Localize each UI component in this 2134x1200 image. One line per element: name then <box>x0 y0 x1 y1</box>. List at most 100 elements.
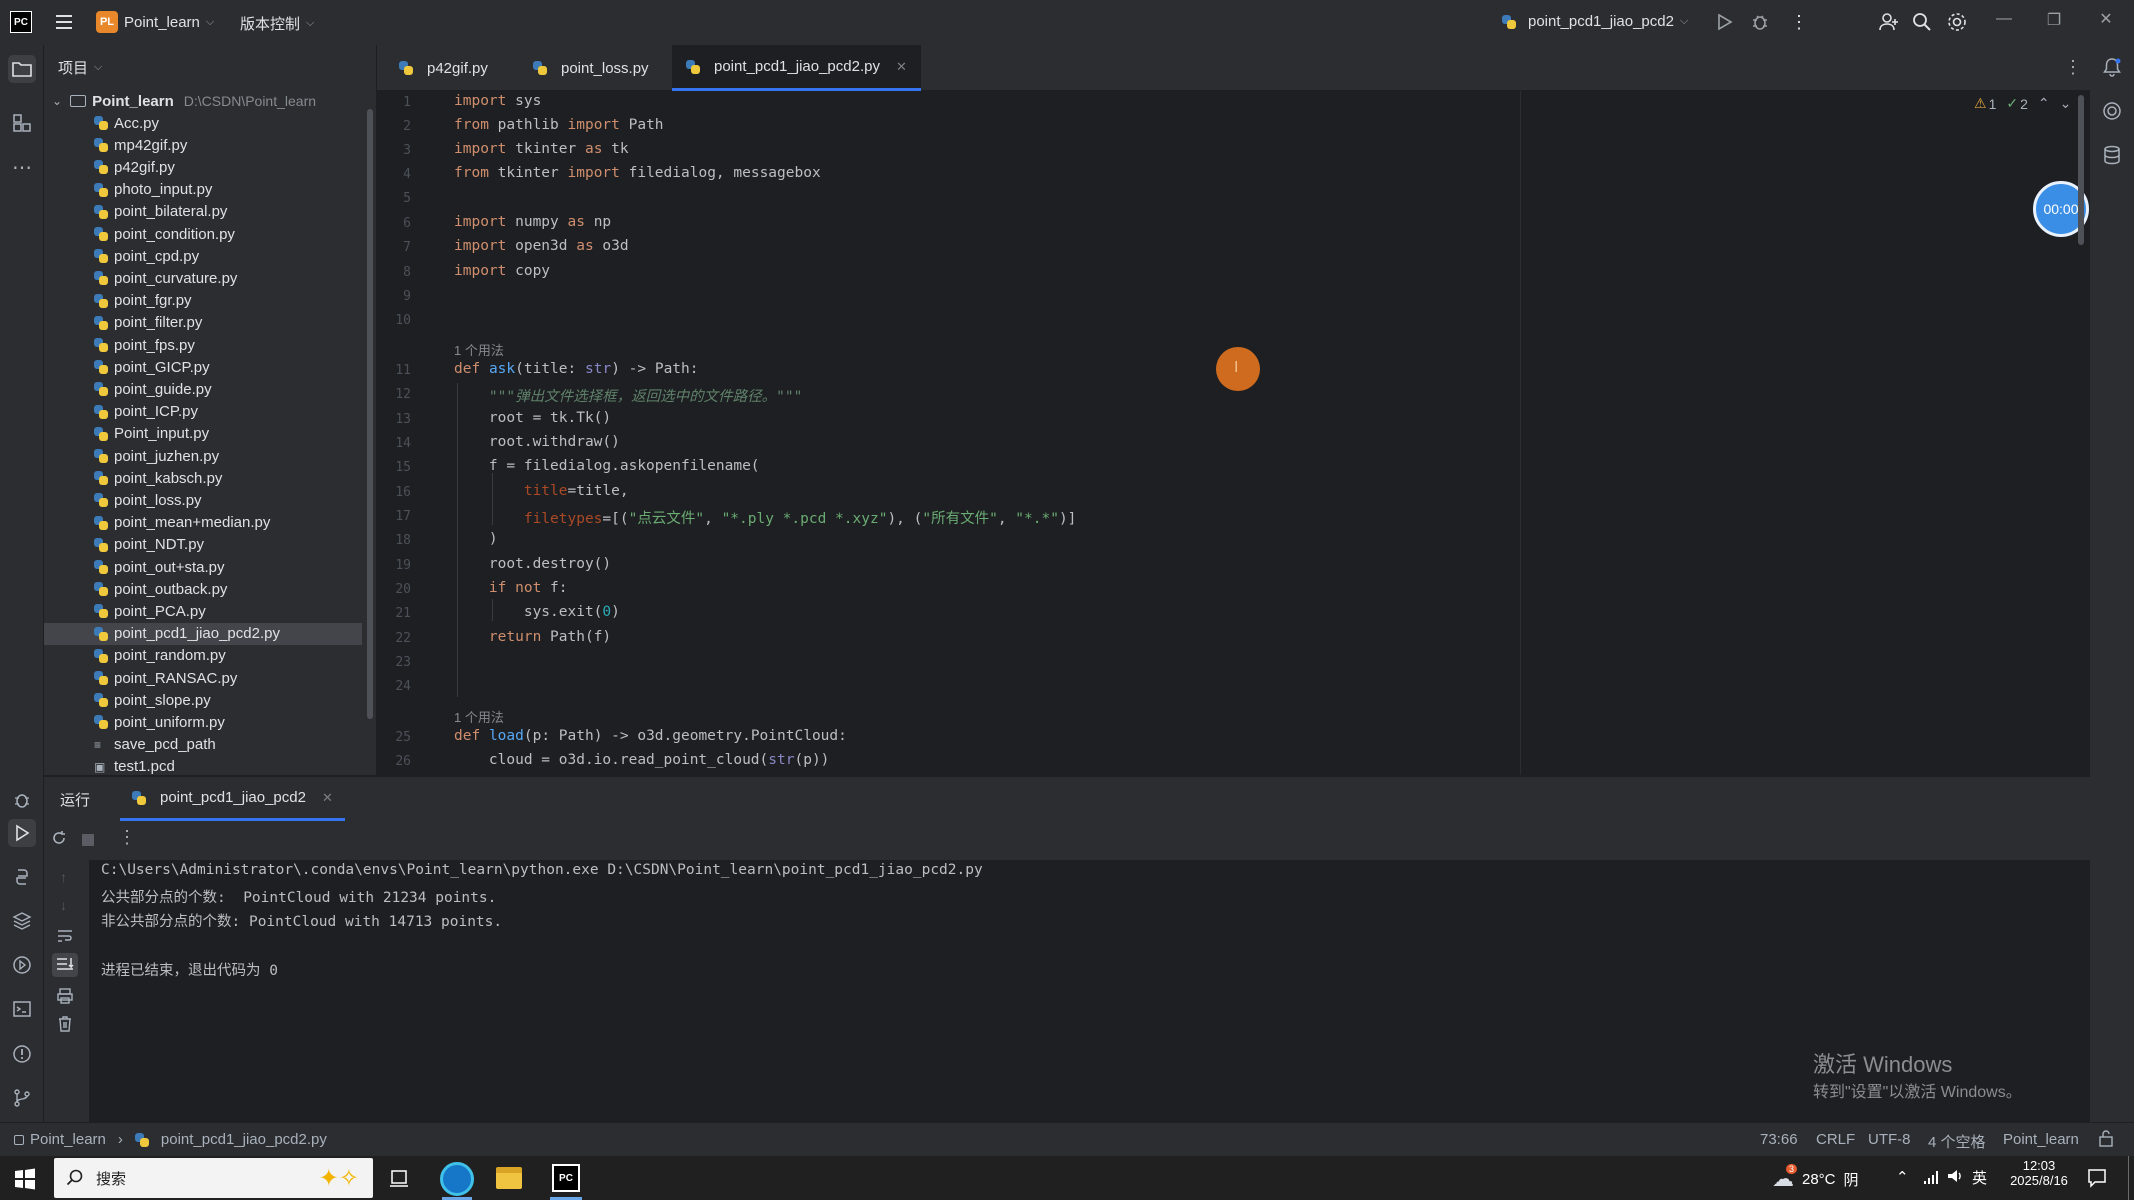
tree-file-item[interactable]: point_PCA.py <box>44 600 206 622</box>
print-icon[interactable] <box>56 987 74 1005</box>
usage-hint[interactable]: 1 个用法 <box>454 707 504 726</box>
add-user-icon[interactable] <box>1878 11 1900 33</box>
tree-file-item[interactable]: point_kabsch.py <box>44 467 222 489</box>
run-tool-icon[interactable] <box>8 819 36 847</box>
lock-icon[interactable] <box>2098 1129 2114 1147</box>
python-interpreter[interactable]: Point_learn <box>2003 1131 2079 1148</box>
arrow-down-icon[interactable]: ↓ <box>60 897 67 913</box>
debug-tool-icon[interactable] <box>10 788 34 812</box>
arrow-up-icon[interactable]: ↑ <box>60 869 67 885</box>
debug-button[interactable] <box>1750 12 1770 32</box>
line-separator[interactable]: CRLF <box>1816 1131 1855 1148</box>
notifications-bell-icon[interactable] <box>2102 57 2122 77</box>
chevron-up-icon[interactable]: ⌃ <box>2038 95 2050 112</box>
clock[interactable]: 12:03 2025/8/16 <box>2004 1158 2074 1188</box>
tree-root-folder[interactable]: ⌄ Point_learn D:\CSDN\Point_learn <box>52 90 316 112</box>
close-tab-icon[interactable]: ✕ <box>322 790 333 806</box>
pycharm-taskbar-icon[interactable]: PC <box>552 1164 580 1192</box>
terminal-icon[interactable] <box>10 997 34 1021</box>
file-explorer-icon[interactable] <box>496 1167 522 1189</box>
run-tab[interactable]: point_pcd1_jiao_pcd2 ✕ <box>120 777 345 821</box>
show-desktop-button[interactable] <box>2128 1156 2129 1200</box>
tree-file-item[interactable]: ▣ test1.pcd <box>44 756 175 778</box>
tree-file-item[interactable]: point_fgr.py <box>44 290 192 312</box>
edge-browser-icon[interactable] <box>440 1162 474 1196</box>
more-tools-icon[interactable]: ⋯ <box>10 155 34 179</box>
close-icon[interactable]: ✕ <box>2084 9 2128 29</box>
windows-start-icon[interactable] <box>14 1168 36 1190</box>
services-icon[interactable] <box>10 953 34 977</box>
search-icon[interactable] <box>1912 12 1932 32</box>
breadcrumb-project[interactable]: Point_learn <box>30 1131 106 1148</box>
file-encoding[interactable]: UTF-8 <box>1868 1131 1911 1148</box>
editor-scrollbar[interactable] <box>2078 95 2084 245</box>
volume-icon[interactable] <box>1946 1167 1964 1185</box>
tree-file-item[interactable]: point_juzhen.py <box>44 445 219 467</box>
stop-icon[interactable] <box>82 834 94 846</box>
tree-file-item[interactable]: point_filter.py <box>44 312 202 334</box>
tree-file-item[interactable]: Acc.py <box>44 112 159 134</box>
caret-position[interactable]: 73:66 <box>1760 1131 1798 1148</box>
tree-file-item[interactable]: p42gif.py <box>44 156 175 178</box>
tree-file-item[interactable]: point_outback.py <box>44 578 227 600</box>
tree-file-item[interactable]: point_slope.py <box>44 689 211 711</box>
tree-file-item[interactable]: point_cpd.py <box>44 245 199 267</box>
tab-options-icon[interactable]: ⋮ <box>2064 57 2082 78</box>
python-console-icon[interactable] <box>10 865 34 889</box>
tree-file-item[interactable]: photo_input.py <box>44 179 212 201</box>
project-panel-header[interactable]: 项目 ⌵ <box>44 45 376 89</box>
tree-file-item[interactable]: point_mean+median.py <box>44 512 270 534</box>
tree-file-item[interactable]: point_out+sta.py <box>44 556 225 578</box>
code-editor[interactable]: 1 2 3 4 5 6 7 8 9 10 11 12 13 14 15 16 17 18 19 20 21 22 23 24 2… <box>377 91 2090 775</box>
taskbar-search-box[interactable]: 搜索 ✦✧ <box>54 1158 373 1198</box>
network-icon[interactable] <box>1922 1168 1940 1186</box>
database-icon[interactable] <box>2102 145 2122 165</box>
project-switcher[interactable]: PL Point_learn ⌵ <box>96 11 214 33</box>
ime-indicator[interactable]: 英 <box>1972 1167 1987 1188</box>
tab-p42gif[interactable]: p42gif.py <box>385 45 502 91</box>
tree-file-item[interactable]: point_guide.py <box>44 378 212 400</box>
weather-widget[interactable]: ☁ 3 28°C 阴 <box>1772 1164 1859 1192</box>
vcs-menu[interactable]: 版本控制 ⌵ <box>240 13 314 34</box>
usage-hint[interactable]: 1 个用法 <box>454 340 504 359</box>
scroll-to-end-icon[interactable] <box>52 953 78 977</box>
tray-chevron-up-icon[interactable]: ⌃ <box>1896 1168 1909 1186</box>
problems-icon[interactable] <box>10 1042 34 1066</box>
tree-file-item[interactable]: point_loss.py <box>44 489 202 511</box>
more-actions-icon[interactable]: ⋮ <box>1790 12 1808 33</box>
settings-gear-icon[interactable] <box>1946 11 1968 33</box>
maximize-icon[interactable]: ❐ <box>2032 10 2076 30</box>
project-scrollbar[interactable] <box>367 109 373 719</box>
soft-wrap-icon[interactable] <box>56 928 74 944</box>
run-config-selector[interactable]: point_pcd1_jiao_pcd2 ⌵ <box>1502 13 1688 30</box>
tree-file-item[interactable]: point_fps.py <box>44 334 195 356</box>
tree-file-item[interactable]: Point_input.py <box>44 423 209 445</box>
task-view-icon[interactable] <box>388 1168 410 1188</box>
run-more-icon[interactable]: ⋮ <box>118 827 136 848</box>
tree-file-item[interactable]: point_RANSAC.py <box>44 667 237 689</box>
run-button[interactable] <box>1714 12 1734 32</box>
run-console-output[interactable]: C:\Users\Administrator\.conda\envs\Point… <box>89 860 2090 1122</box>
tree-file-item[interactable]: point_random.py <box>44 645 226 667</box>
tree-file-item[interactable]: point_condition.py <box>44 223 235 245</box>
tree-file-item[interactable]: mp42gif.py <box>44 134 187 156</box>
tree-file-item[interactable]: point_ICP.py <box>44 401 198 423</box>
inspection-widget[interactable]: ⚠ 1 ✓ 2 ⌃ ⌄ <box>1974 95 2071 112</box>
project-folder-icon[interactable] <box>8 55 36 83</box>
tree-file-item[interactable]: point_NDT.py <box>44 534 204 556</box>
rerun-icon[interactable] <box>50 829 68 847</box>
layers-icon[interactable] <box>10 909 34 933</box>
git-icon[interactable] <box>10 1086 34 1110</box>
tree-file-item[interactable]: point_uniform.py <box>44 711 225 733</box>
tree-file-item[interactable]: point_curvature.py <box>44 267 237 289</box>
tab-point-loss[interactable]: point_loss.py <box>519 45 663 91</box>
tree-file-item[interactable]: point_bilateral.py <box>44 201 227 223</box>
tree-file-item[interactable]: point_pcd1_jiao_pcd2.py <box>44 622 362 645</box>
tree-file-item[interactable]: point_GICP.py <box>44 356 210 378</box>
tab-point-pcd1-jiao-pcd2[interactable]: point_pcd1_jiao_pcd2.py ✕ <box>672 45 921 91</box>
structure-icon[interactable] <box>10 111 34 135</box>
tree-file-item[interactable]: ≡ save_pcd_path <box>44 734 216 756</box>
trash-icon[interactable] <box>56 1015 74 1033</box>
indent-setting[interactable]: 4 个空格 <box>1928 1131 1986 1152</box>
close-tab-icon[interactable]: ✕ <box>896 59 907 75</box>
